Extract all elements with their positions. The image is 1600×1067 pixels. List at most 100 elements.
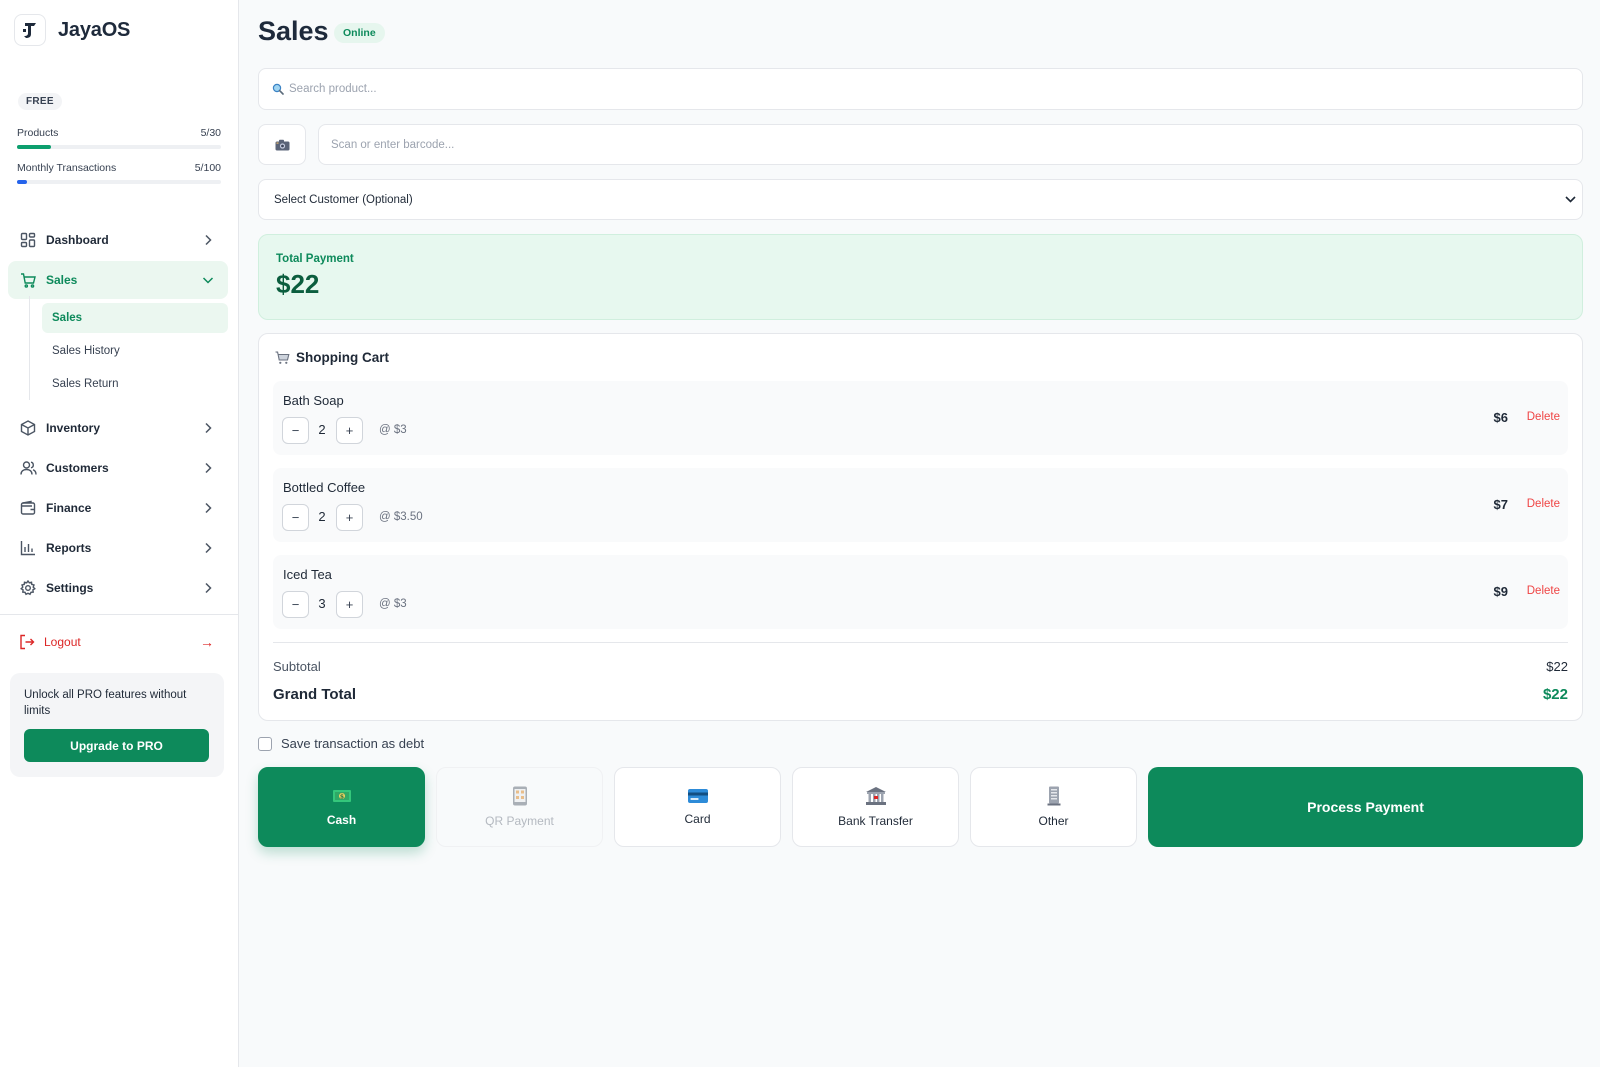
decrease-qty-button[interactable]: − [282,591,309,618]
subtotal-value: $22 [1546,659,1568,674]
products-quota-track [17,145,221,149]
products-quota: Products 5/30 [17,127,221,149]
promo-text: Unlock all PRO features without limits [24,689,187,717]
item-qty: 3 [318,596,326,611]
subnav-item-sales-history[interactable]: Sales History [42,336,228,366]
subnav-item-sales[interactable]: Sales [42,303,228,333]
save-as-debt-option[interactable]: Save transaction as debt [258,736,424,751]
sidebar-item-settings[interactable]: Settings [8,569,228,607]
item-name: Bath Soap [283,393,344,408]
chevron-right-icon [202,234,214,246]
sidebar-item-dashboard[interactable]: Dashboard [8,221,228,259]
sidebar: JayaOS FREE Products 5/30 Monthly Transa… [0,0,239,1067]
chevron-down-icon [1565,196,1576,203]
sidebar-item-finance[interactable]: Finance [8,489,228,527]
cart-title-text: Shopping Cart [296,350,389,365]
barcode-input[interactable] [331,138,1582,151]
total-payment-card: Total Payment $22 [258,234,1583,320]
item-unit-price: @ $3 [379,598,407,610]
payment-method-qr[interactable]: QR Payment [436,767,603,847]
payment-method-label: Card [684,812,711,826]
brand[interactable]: JayaOS [14,14,130,46]
sidebar-item-label: Finance [46,501,92,515]
chevron-right-icon [202,422,214,434]
delete-item-button[interactable]: Delete [1527,585,1560,597]
other-icon [1047,786,1061,806]
credit-card-icon [687,788,709,804]
transactions-quota-fill [17,180,28,184]
transactions-quota-track [17,180,221,184]
increase-qty-button[interactable]: + [336,591,363,618]
bank-icon [865,786,887,806]
grand-total-value: $22 [1542,686,1568,703]
users-icon [19,459,37,477]
sidebar-item-label: Dashboard [46,233,109,247]
subnav-item-sales-return[interactable]: Sales Return [42,369,228,399]
payment-method-card[interactable]: Card [614,767,781,847]
wallet-icon [19,499,37,517]
upgrade-promo: Unlock all PRO features without limits U… [10,673,224,777]
search-field[interactable] [258,68,1583,110]
payment-method-other[interactable]: Other [970,767,1137,847]
decrease-qty-button[interactable]: − [282,417,309,444]
sidebar-item-reports[interactable]: Reports [8,529,228,567]
payment-method-label: Other [1038,814,1069,828]
item-qty: 2 [318,422,326,437]
sidebar-item-label: Inventory [46,421,101,435]
arrow-right-icon: → [200,634,214,650]
item-unit-price: @ $3 [379,424,407,436]
payment-method-bank-transfer[interactable]: Bank Transfer [792,767,959,847]
svg-text:$: $ [339,794,343,801]
payment-method-cash[interactable]: $ Cash [258,767,425,847]
cart-separator [273,642,1568,643]
cart-item: Iced Tea − 3 + @ $3 $9 Delete [273,555,1568,629]
box-icon [19,419,37,437]
chevron-right-icon [202,542,214,554]
grand-total-label: Grand Total [273,686,357,703]
camera-scan-button[interactable] [258,124,306,165]
cash-icon: $ [332,787,352,805]
status-badge: Online [334,23,385,43]
payment-method-label: Bank Transfer [838,814,913,828]
products-quota-label: Products [17,127,59,139]
search-icon [272,83,284,95]
save-as-debt-checkbox[interactable] [258,736,272,751]
chevron-down-icon [202,274,214,286]
customer-select-value: Select Customer (Optional) [274,193,413,206]
customer-select[interactable]: Select Customer (Optional) [258,179,1583,220]
barcode-field[interactable] [318,124,1583,165]
logout-icon [19,634,35,650]
decrease-qty-button[interactable]: − [282,504,309,531]
item-qty: 2 [318,509,326,524]
payment-method-label: Cash [326,813,357,827]
delete-item-button[interactable]: Delete [1527,411,1560,423]
search-input[interactable] [289,83,1582,95]
sidebar-item-customers[interactable]: Customers [8,449,228,487]
plan-badge: FREE [18,93,62,110]
delete-item-button[interactable]: Delete [1527,498,1560,510]
cart-icon [275,350,290,365]
chevron-right-icon [202,462,214,474]
shopping-cart: Shopping Cart Bath Soap − 2 + @ $3 $6 De… [258,333,1583,721]
bar-chart-icon [19,539,37,557]
increase-qty-button[interactable]: + [336,417,363,444]
process-payment-button[interactable]: Process Payment [1148,767,1583,847]
upgrade-button[interactable]: Upgrade to PRO [24,729,209,762]
page-title: Sales [258,16,329,46]
item-name: Iced Tea [283,567,332,582]
cart-icon [19,271,37,289]
logout-label: Logout [44,635,81,649]
save-as-debt-label: Save transaction as debt [281,736,425,751]
brand-name: JayaOS [58,18,131,41]
sidebar-item-inventory[interactable]: Inventory [8,409,228,447]
sidebar-item-label: Reports [46,541,92,555]
gear-icon [19,579,37,597]
chevron-right-icon [202,582,214,594]
products-quota-fill [17,145,52,149]
item-name: Bottled Coffee [283,480,366,495]
products-quota-value: 5/30 [200,127,221,139]
brand-logo-icon [14,14,46,46]
sidebar-item-sales[interactable]: Sales [8,261,228,299]
logout-button[interactable]: Logout → [8,624,228,660]
increase-qty-button[interactable]: + [336,504,363,531]
